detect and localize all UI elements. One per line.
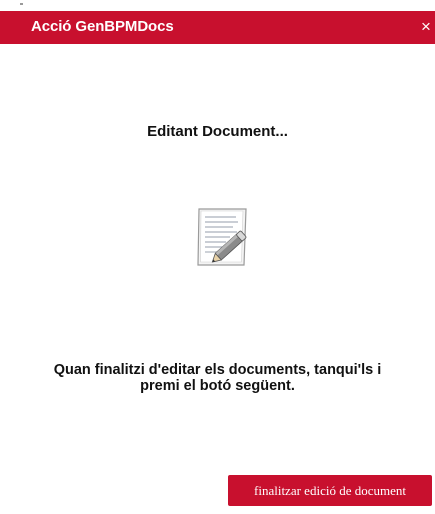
top-strip [0,0,435,11]
close-button[interactable]: × [421,16,435,38]
finish-editing-button[interactable]: finalitzar edició de document [228,475,432,506]
dialog-header: Acció GenBPMDocs × [0,11,435,44]
dialog-title: Acció GenBPMDocs [31,18,174,35]
document-edit-icon [196,207,254,269]
instruction-text: Quan finalitzi d'editar els documents, t… [53,362,382,394]
top-strip-mark [20,3,23,5]
page-heading: Editant Document... [147,123,288,140]
